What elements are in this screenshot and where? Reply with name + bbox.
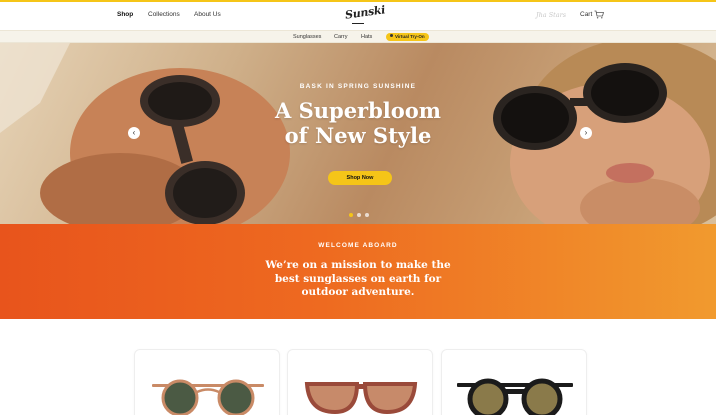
virtual-try-on-label: Virtual Try-On (395, 34, 425, 39)
logo-underline (352, 23, 364, 24)
carousel-dot-2[interactable] (357, 213, 361, 217)
subnav-carry[interactable]: Carry (334, 34, 347, 40)
cart-link[interactable]: Cart (580, 11, 592, 18)
hero-eyebrow: BASK IN SPRING SUNSHINE (299, 83, 417, 90)
faded-header-link[interactable]: Jha Stars (536, 11, 566, 19)
virtual-try-on-button[interactable]: Virtual Try-On (386, 33, 429, 41)
wayfarer-sunglasses-image (304, 382, 418, 415)
carousel-dot-1[interactable] (349, 213, 353, 217)
site-header: Shop Collections About Us Sunski Jha Sta… (0, 2, 716, 30)
carousel-dots (349, 204, 373, 222)
camera-icon (390, 34, 393, 37)
product-card[interactable] (134, 349, 280, 415)
category-subnav: Sunglasses Carry Hats Virtual Try-On (0, 30, 716, 43)
mission-eyebrow: WELCOME ABOARD (318, 242, 398, 249)
subnav-hats[interactable]: Hats (361, 34, 372, 40)
cart-icon[interactable] (594, 10, 604, 19)
product-card[interactable] (441, 349, 587, 415)
hero-title-line-2: of New Style (284, 123, 432, 148)
black-round-sunglasses-image (457, 378, 573, 415)
carousel-dot-3[interactable] (365, 213, 369, 217)
hero-title-line-1: A Superbloom (274, 98, 442, 123)
round-sunglasses-image (152, 379, 264, 415)
chevron-right-icon[interactable]: › (580, 127, 592, 139)
mission-section: WELCOME ABOARD We’re on a mission to mak… (0, 224, 716, 319)
subnav-sunglasses[interactable]: Sunglasses (293, 34, 321, 40)
product-grid (0, 319, 716, 415)
product-card[interactable] (287, 349, 433, 415)
mission-statement: We’re on a mission to make the best sung… (265, 259, 451, 298)
chevron-left-icon[interactable]: ‹ (128, 127, 140, 139)
hero-title: A Superbloom of New Style (0, 98, 716, 148)
hero-carousel: BASK IN SPRING SUNSHINE A Superbloom of … (0, 43, 716, 224)
nav-collections[interactable]: Collections (148, 11, 180, 18)
brand-logo[interactable]: Sunski (344, 3, 386, 21)
shop-now-button[interactable]: Shop Now (328, 171, 392, 185)
nav-about-us[interactable]: About Us (194, 11, 221, 18)
nav-shop[interactable]: Shop (117, 11, 133, 18)
